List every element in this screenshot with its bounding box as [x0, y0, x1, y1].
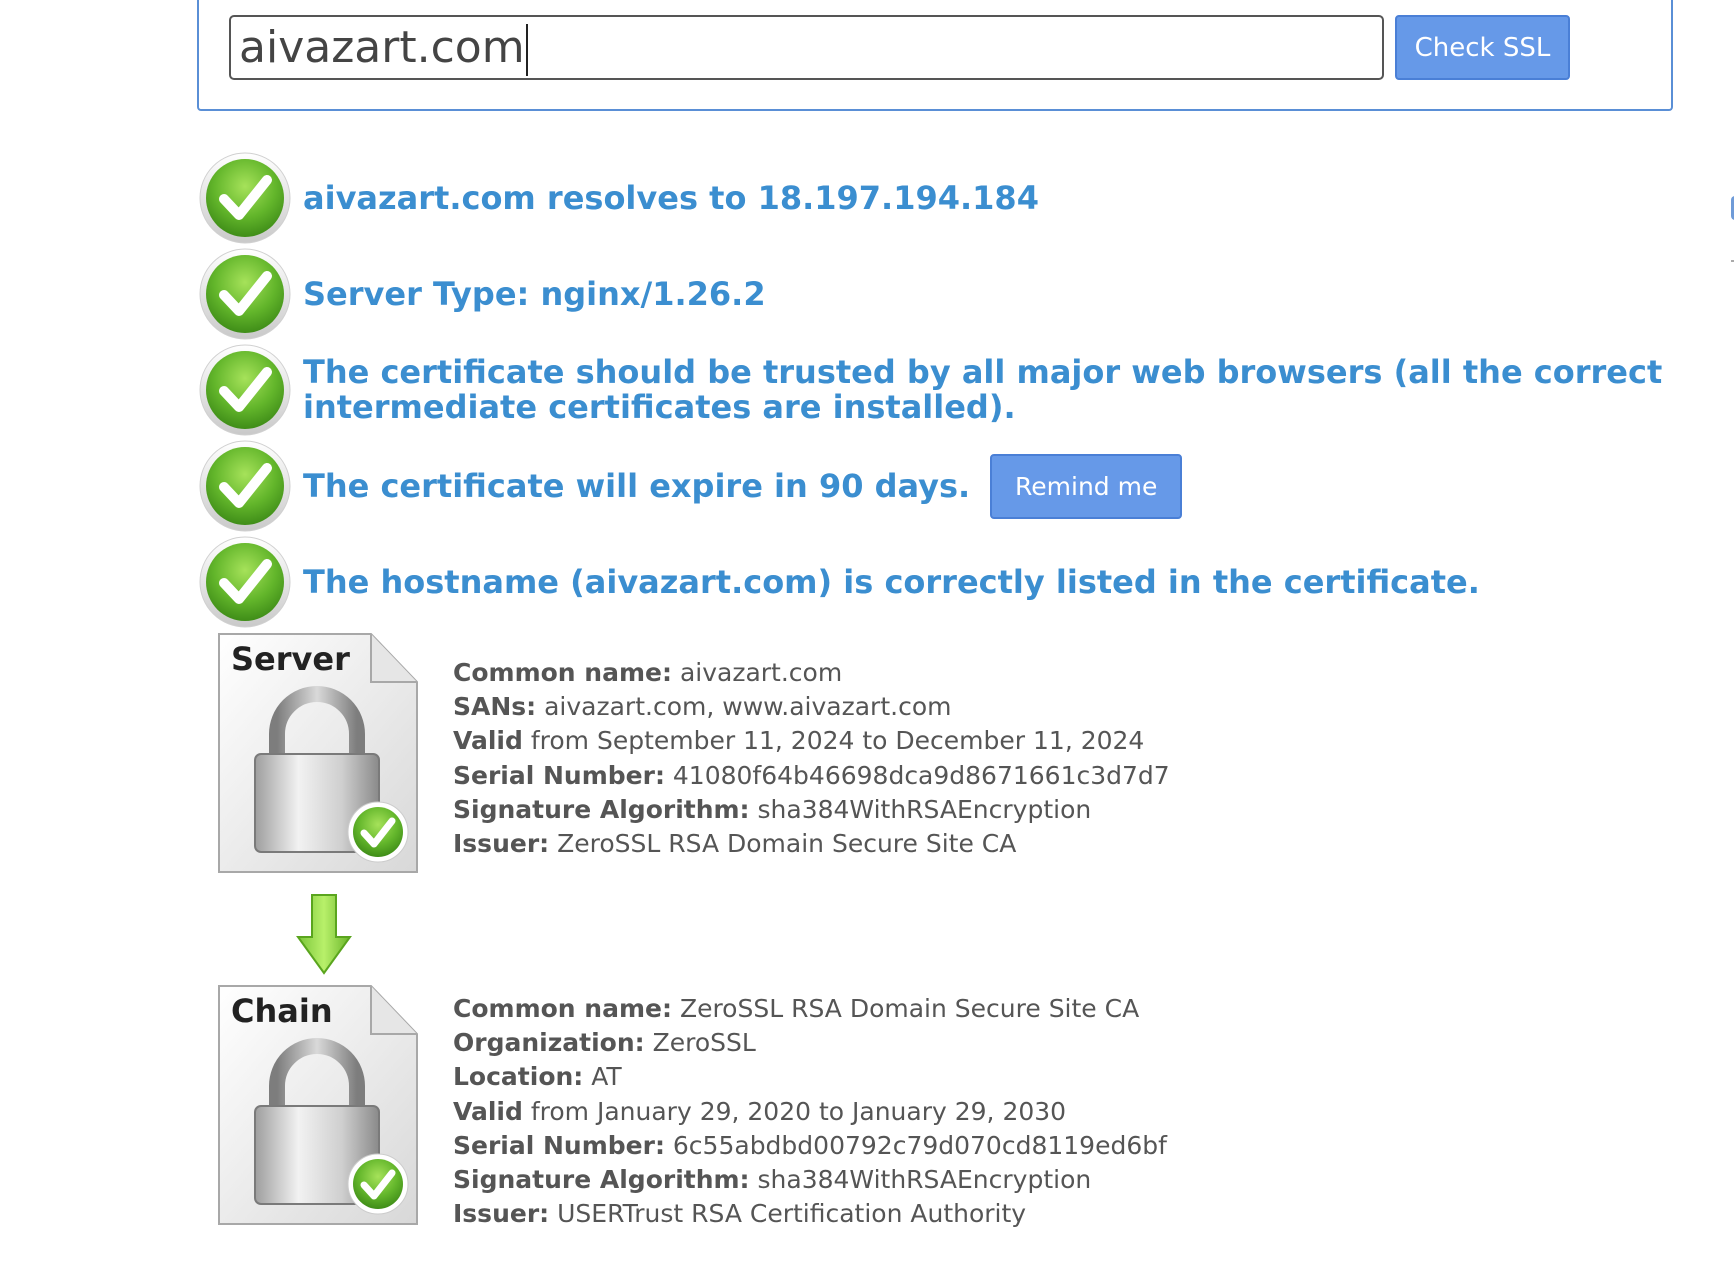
server-cert-details: Common name: aivazart.com SANs: aivazart… [453, 656, 1170, 861]
check-ssl-button[interactable]: Check SSL [1395, 15, 1570, 80]
domain-input-value: aivazart.com [239, 22, 525, 73]
result-text: The hostname (aivazart.com) is correctly… [303, 562, 1480, 601]
cert-field: Common name: aivazart.com [453, 658, 843, 687]
green-checkmark-icon [199, 152, 291, 244]
cert-field: Issuer: ZeroSSL RSA Domain Secure Site C… [453, 829, 1017, 859]
green-checkmark-icon [199, 344, 291, 436]
result-row-server-type: Server Type: nginx/1.26.2 [199, 248, 766, 340]
result-row-hostname: The hostname (aivazart.com) is correctly… [199, 536, 1480, 628]
cert-field: Location: AT [453, 1062, 622, 1092]
result-row-resolves: aivazart.com resolves to 18.197.194.184 [199, 152, 1039, 244]
cert-field: Organization: ZeroSSL [453, 1028, 756, 1058]
cert-field: SANs: aivazart.com, www.aivazart.com [453, 692, 952, 722]
down-arrow-icon [296, 894, 352, 975]
result-row-expiry: The certificate will expire in 90 days. … [199, 440, 1183, 532]
remind-me-button[interactable]: Remind me [990, 453, 1183, 519]
green-checkmark-icon [199, 536, 291, 628]
server-icon-label: Server [231, 640, 350, 678]
domain-input[interactable]: aivazart.com [229, 15, 1384, 80]
result-text: The certificate should be trusted by all… [303, 353, 1663, 426]
green-checkmark-icon [199, 248, 291, 340]
cert-field: Valid from September 11, 2024 to Decembe… [453, 726, 1145, 756]
cert-field: Signature Algorithm: sha384WithRSAEncryp… [453, 794, 1092, 824]
cert-field: Serial Number: 6c55abdbd00792c79d070cd81… [453, 1130, 1167, 1160]
green-checkmark-icon [199, 440, 291, 532]
cert-field: Valid from January 29, 2020 to January 2… [453, 1096, 1067, 1126]
result-row-trusted: The certificate should be trusted by all… [199, 344, 1733, 436]
cert-field: Common name: ZeroSSL RSA Domain Secure S… [453, 994, 1140, 1023]
result-text: aivazart.com resolves to 18.197.194.184 [303, 178, 1039, 217]
server-certificate-icon: Server [211, 630, 423, 882]
chain-icon-label: Chain [231, 992, 333, 1030]
text-caret [525, 24, 528, 76]
chain-cert-details: Common name: ZeroSSL RSA Domain Secure S… [453, 992, 1167, 1231]
cert-field: Issuer: USERTrust RSA Certification Auth… [453, 1199, 1027, 1229]
result-text: Server Type: nginx/1.26.2 [303, 274, 766, 313]
result-text: The certificate will expire in 90 days. [303, 466, 971, 505]
cert-field: Serial Number: 41080f64b46698dca9d867166… [453, 760, 1170, 790]
cert-field: Signature Algorithm: sha384WithRSAEncryp… [453, 1165, 1092, 1195]
chain-certificate-icon: Chain [211, 982, 423, 1234]
